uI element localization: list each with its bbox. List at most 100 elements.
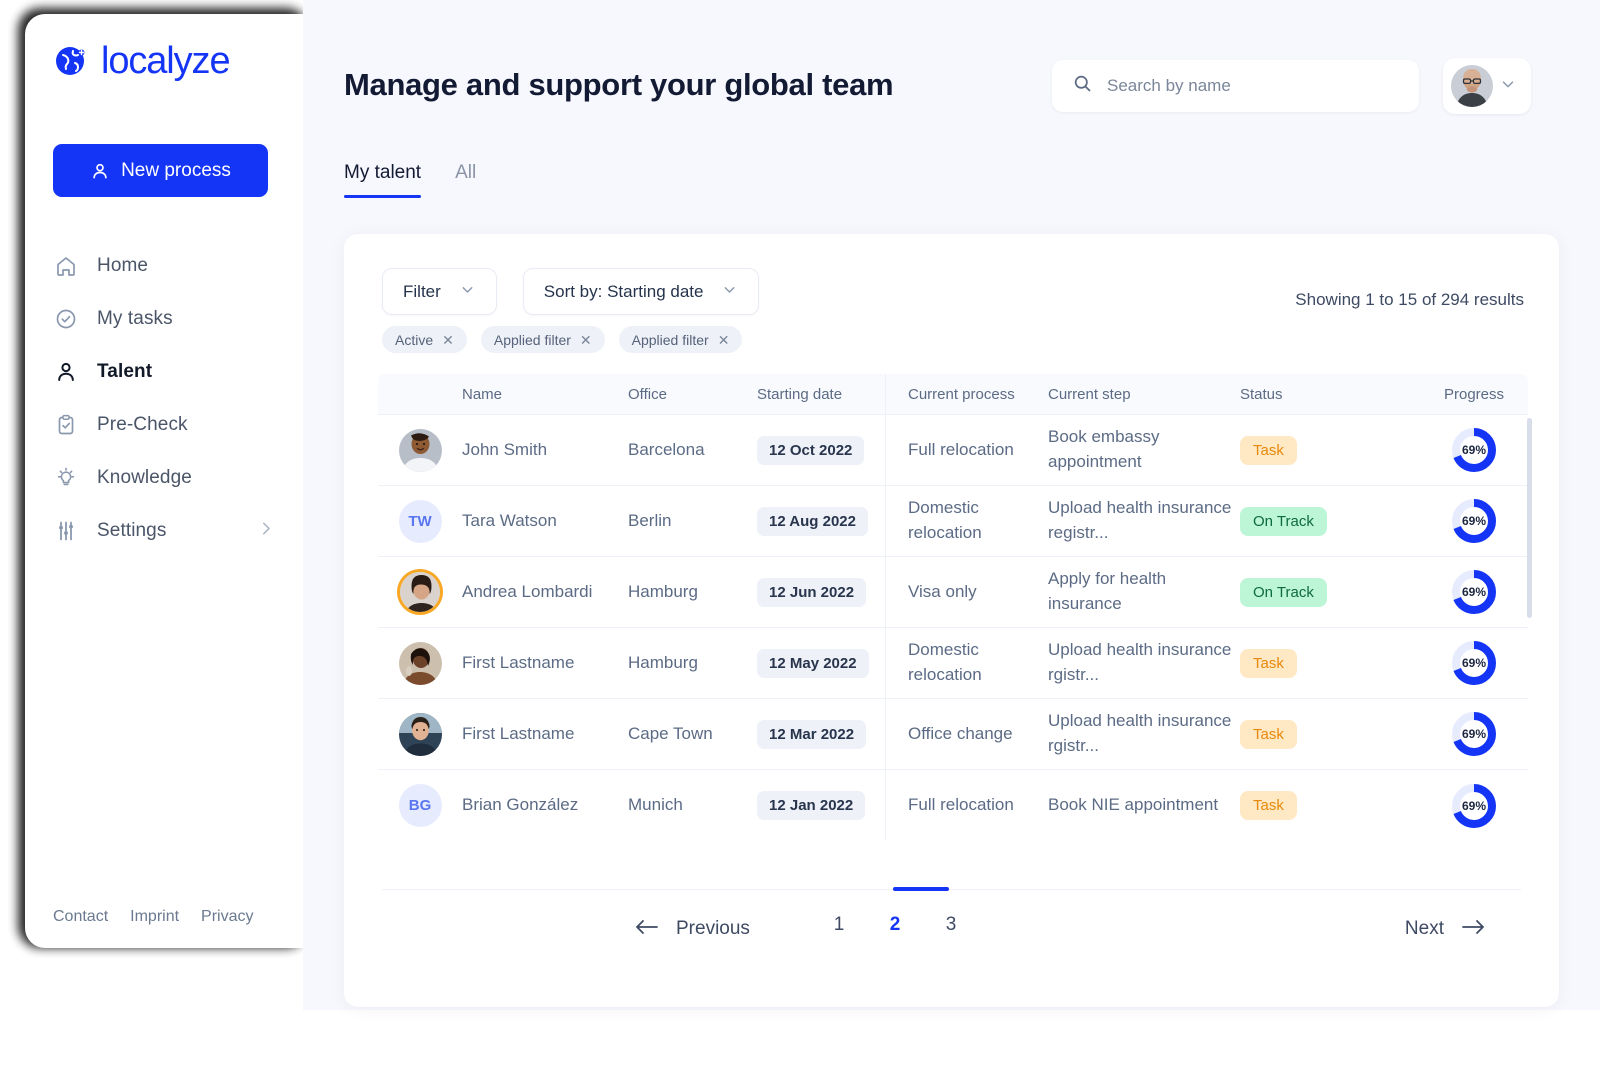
new-process-label: New process bbox=[121, 159, 231, 181]
cell-name-text: John Smith bbox=[462, 439, 548, 459]
cell-office-text: Hamburg bbox=[628, 652, 698, 672]
table-row[interactable]: First Lastname Hamburg 12 May 2022 Domestic… bbox=[378, 628, 1528, 699]
lightbulb-icon bbox=[53, 465, 79, 491]
table-header-row: Name Office Starting date Current proces… bbox=[378, 373, 1528, 415]
cell-starting-date: 12 Aug 2022 bbox=[757, 506, 885, 536]
next-page-button[interactable]: Next bbox=[1405, 914, 1486, 944]
avatar bbox=[1451, 65, 1493, 107]
sidebar-item-pre-check[interactable]: Pre-Check bbox=[53, 398, 283, 451]
column-header-current-process: Current process bbox=[885, 373, 1048, 415]
row-avatar-cell: TW bbox=[378, 499, 462, 543]
row-avatar-cell bbox=[378, 641, 462, 685]
cell-office-text: Cape Town bbox=[628, 723, 713, 743]
results-count: Showing 1 to 15 of 294 results bbox=[1295, 290, 1524, 309]
progress-label: 69% bbox=[1461, 727, 1487, 741]
cell-name: First Lastname bbox=[462, 722, 628, 747]
cell-current-step-text: Book NIE appointment bbox=[1048, 795, 1219, 815]
filter-chip[interactable]: Applied filter ✕ bbox=[480, 326, 605, 353]
search-box[interactable] bbox=[1052, 60, 1419, 112]
page-title: Manage and support your global team bbox=[344, 67, 894, 102]
previous-page-label: Previous bbox=[676, 918, 750, 939]
progress-ring: 69% bbox=[1450, 710, 1498, 758]
brand-logo[interactable]: localyze bbox=[53, 42, 231, 80]
cell-office: Berlin bbox=[628, 509, 757, 534]
sidebar-item-my-tasks[interactable]: My tasks bbox=[53, 292, 283, 345]
page-number-1[interactable]: 1 bbox=[830, 914, 848, 936]
avatar bbox=[398, 712, 442, 756]
table-row[interactable]: BG Brian González Munich 12 Jan 2022 Full re… bbox=[378, 770, 1528, 841]
filter-chip-label: Active bbox=[395, 331, 434, 348]
cell-name-text: First Lastname bbox=[462, 652, 575, 672]
cell-status: Task bbox=[1240, 435, 1420, 465]
filter-chip[interactable]: Applied filter ✕ bbox=[618, 326, 743, 353]
cell-name-text: Brian González bbox=[462, 795, 579, 815]
cell-current-process: Office change bbox=[885, 699, 1048, 769]
filter-dropdown[interactable]: Filter bbox=[382, 268, 497, 315]
status-badge: On Track bbox=[1240, 577, 1327, 607]
table-row[interactable]: John Smith Barcelona 12 Oct 2022 Full reloc… bbox=[378, 415, 1528, 486]
sidebar-item-talent[interactable]: Talent bbox=[53, 345, 283, 398]
cell-current-process: Domestic relocation bbox=[885, 628, 1048, 698]
table-row[interactable]: Andrea Lombardi Hamburg 12 Jun 2022 Visa on… bbox=[378, 557, 1528, 628]
cell-current-process: Full relocation bbox=[885, 770, 1048, 841]
avatar-initials: TW bbox=[398, 499, 442, 543]
close-icon[interactable]: ✕ bbox=[718, 333, 730, 347]
filter-chip[interactable]: Active ✕ bbox=[382, 326, 467, 353]
filter-chip-label: Applied filter bbox=[493, 331, 571, 348]
home-icon bbox=[53, 253, 79, 279]
column-header-progress: Progress bbox=[1443, 385, 1505, 403]
footer-link-privacy[interactable]: Privacy bbox=[201, 908, 253, 926]
cell-status: Task bbox=[1240, 648, 1420, 678]
pagination-active-indicator bbox=[893, 887, 949, 891]
sort-label: Sort by: Starting date bbox=[543, 281, 704, 301]
cell-starting-date: 12 May 2022 bbox=[757, 648, 885, 678]
cell-current-process-text: Domestic relocation bbox=[908, 498, 982, 542]
tab-all[interactable]: All bbox=[455, 162, 476, 198]
progress-ring: 69% bbox=[1450, 782, 1498, 830]
sidebar-item-label: Pre-Check bbox=[97, 413, 188, 435]
cell-current-step: Apply for health insurance bbox=[1048, 567, 1240, 616]
status-badge: Task bbox=[1240, 648, 1297, 678]
sidebar-item-settings[interactable]: Settings bbox=[53, 504, 283, 557]
check-circle-icon bbox=[53, 306, 79, 332]
app-root: localyze New process Home My tasks Talen… bbox=[0, 0, 1600, 1077]
cell-status: Task bbox=[1240, 719, 1420, 749]
avatar-menu[interactable] bbox=[1443, 58, 1531, 114]
page-number-2[interactable]: 2 bbox=[886, 914, 904, 936]
column-header-starting-date: Starting date bbox=[757, 385, 843, 403]
close-icon[interactable]: ✕ bbox=[442, 333, 454, 347]
table-row[interactable]: TW Tara Watson Berlin 12 Aug 2022 Domestic r… bbox=[378, 486, 1528, 557]
cell-name: First Lastname bbox=[462, 651, 628, 676]
sliders-icon bbox=[53, 518, 79, 544]
search-input[interactable] bbox=[1107, 76, 1387, 96]
sidebar-item-knowledge[interactable]: Knowledge bbox=[53, 451, 283, 504]
page-number-list: 1 2 3 bbox=[830, 914, 960, 936]
cell-current-process: Domestic relocation bbox=[885, 486, 1048, 556]
pagination-divider bbox=[382, 889, 1521, 890]
sidebar-nav: Home My tasks Talent Pre-Check Knowledge… bbox=[53, 239, 283, 557]
cell-office-text: Hamburg bbox=[628, 581, 698, 601]
progress-label: 69% bbox=[1461, 656, 1487, 670]
table-row[interactable]: First Lastname Cape Town 12 Mar 2022 Office… bbox=[378, 699, 1528, 770]
cell-current-process: Full relocation bbox=[885, 415, 1048, 485]
date-pill: 12 Oct 2022 bbox=[757, 435, 865, 465]
previous-page-button[interactable]: Previous bbox=[634, 914, 750, 944]
cell-current-step: Book NIE appointment bbox=[1048, 793, 1240, 818]
avatar bbox=[398, 428, 442, 472]
footer-link-imprint[interactable]: Imprint bbox=[130, 908, 179, 926]
sort-dropdown[interactable]: Sort by: Starting date bbox=[522, 268, 760, 315]
tab-my-talent[interactable]: My talent bbox=[344, 162, 422, 198]
date-pill: 12 Jun 2022 bbox=[757, 577, 867, 607]
cell-progress: 69% bbox=[1420, 639, 1528, 687]
cell-office: Hamburg bbox=[628, 580, 757, 605]
footer-link-contact[interactable]: Contact bbox=[53, 908, 108, 926]
close-icon[interactable]: ✕ bbox=[580, 333, 592, 347]
cell-progress: 69% bbox=[1420, 497, 1528, 545]
applied-filter-chips: Active ✕ Applied filter ✕ Applied filter… bbox=[382, 326, 743, 353]
page-number-3[interactable]: 3 bbox=[942, 914, 960, 936]
sidebar-item-home[interactable]: Home bbox=[53, 239, 283, 292]
new-process-button[interactable]: New process bbox=[53, 144, 268, 197]
cell-current-step: Upload health insurance rgistr... bbox=[1048, 709, 1240, 758]
table-scrollbar-thumb[interactable] bbox=[1527, 418, 1532, 618]
progress-ring: 69% bbox=[1450, 639, 1498, 687]
